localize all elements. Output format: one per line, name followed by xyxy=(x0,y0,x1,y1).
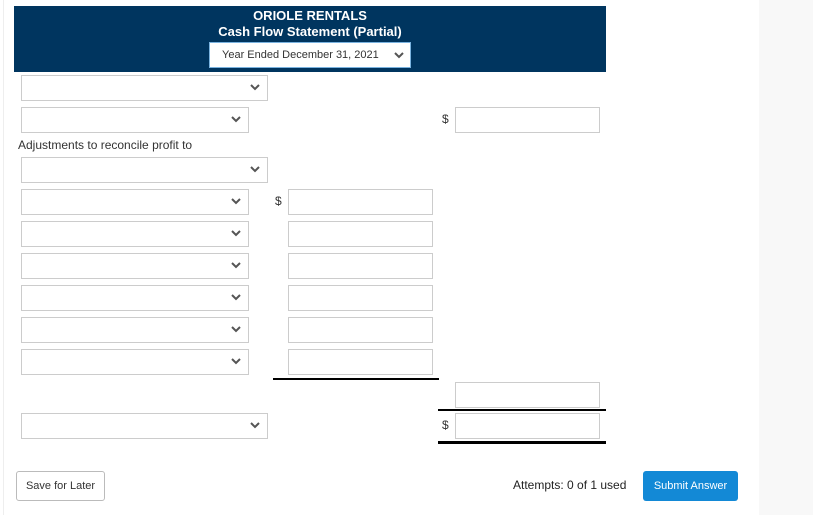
currency-symbol: $ xyxy=(442,112,449,126)
chevron-down-icon xyxy=(231,222,241,246)
net-cash-select[interactable] xyxy=(21,413,268,439)
total-underline xyxy=(438,409,606,411)
adjustment-amount-input[interactable] xyxy=(288,221,433,247)
double-underline xyxy=(438,441,606,444)
submit-answer-button[interactable]: Submit Answer xyxy=(643,471,738,501)
adjustment-select[interactable] xyxy=(21,253,249,279)
adjustment-select[interactable] xyxy=(21,317,249,343)
adjustment-amount-input[interactable] xyxy=(288,285,433,311)
line-item-select-3[interactable] xyxy=(21,157,268,183)
chevron-down-icon xyxy=(231,108,241,132)
adjustments-total-input[interactable] xyxy=(455,382,600,408)
adjustment-select[interactable] xyxy=(21,221,249,247)
page-left-border xyxy=(3,0,4,515)
attempts-counter: Attempts: 0 of 1 used xyxy=(513,478,627,492)
statement-header: ORIOLE RENTALS Cash Flow Statement (Part… xyxy=(14,6,606,72)
adjustment-amount-input[interactable] xyxy=(288,317,433,343)
net-cash-amount-input[interactable] xyxy=(455,413,600,439)
chevron-down-icon xyxy=(231,350,241,374)
adjustments-label: Adjustments to reconcile profit to xyxy=(18,138,193,152)
adjustment-select[interactable] xyxy=(21,189,249,215)
currency-symbol: $ xyxy=(442,418,449,432)
chevron-down-icon xyxy=(231,254,241,278)
chevron-down-icon xyxy=(250,158,260,182)
line-item-select-2[interactable] xyxy=(21,107,249,133)
adjustment-amount-input[interactable] xyxy=(288,189,433,215)
period-select-value: Year Ended December 31, 2021 xyxy=(222,49,379,61)
period-select[interactable]: Year Ended December 31, 2021 xyxy=(209,42,411,68)
chevron-down-icon xyxy=(394,43,404,67)
chevron-down-icon xyxy=(231,318,241,342)
statement-title: Cash Flow Statement (Partial) xyxy=(218,24,402,39)
chevron-down-icon xyxy=(231,286,241,310)
right-side-panel xyxy=(759,0,813,515)
line-item-select-1[interactable] xyxy=(21,75,268,101)
currency-symbol: $ xyxy=(275,194,282,208)
adjustment-amount-input[interactable] xyxy=(288,349,433,375)
adjustment-select[interactable] xyxy=(21,285,249,311)
chevron-down-icon xyxy=(250,414,260,438)
chevron-down-icon xyxy=(250,76,260,100)
profit-amount-input[interactable] xyxy=(455,107,600,133)
adjustment-select[interactable] xyxy=(21,349,249,375)
subtotal-underline xyxy=(273,378,439,380)
chevron-down-icon xyxy=(231,190,241,214)
company-name: ORIOLE RENTALS xyxy=(253,8,367,23)
adjustment-amount-input[interactable] xyxy=(288,253,433,279)
save-for-later-button[interactable]: Save for Later xyxy=(16,471,105,501)
